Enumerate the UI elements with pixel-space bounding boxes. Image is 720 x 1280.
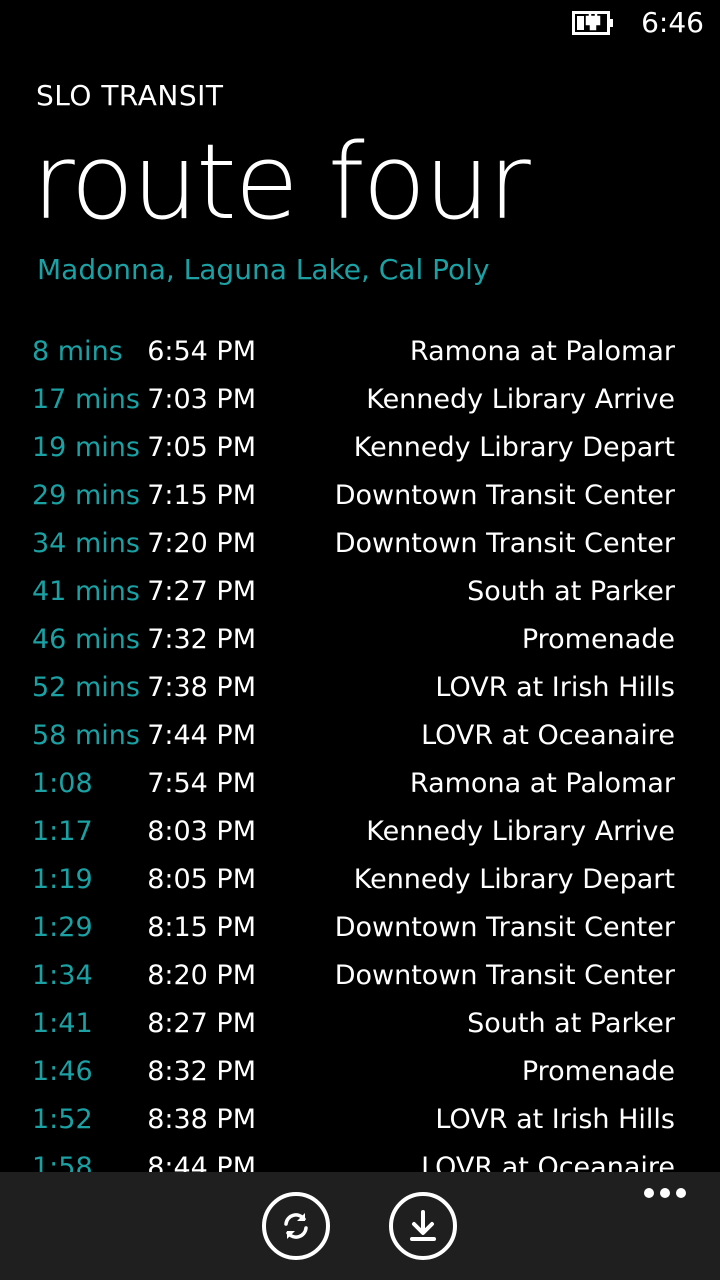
eta: 1:17	[32, 816, 93, 847]
stop-name: Kennedy Library Depart	[353, 864, 675, 895]
eta: 1:34	[32, 960, 93, 991]
status-bar: 6:46	[0, 0, 720, 48]
departure-time: 7:38 PM	[147, 672, 256, 703]
departure-time: 7:15 PM	[147, 480, 256, 511]
stop-name: Downtown Transit Center	[334, 912, 675, 943]
route-subtitle: Madonna, Laguna Lake, Cal Poly	[37, 253, 490, 286]
eta: 41 mins	[32, 576, 140, 607]
stop-name: Ramona at Palomar	[409, 336, 675, 367]
download-button[interactable]	[389, 1192, 457, 1260]
schedule-row[interactable]: 58 mins 7:44 PM LOVR at Oceanaire	[0, 712, 720, 760]
schedule-row[interactable]: 1:46 8:32 PM Promenade	[0, 1048, 720, 1096]
eta: 1:41	[32, 1008, 93, 1039]
app-title: SLO TRANSIT	[36, 79, 224, 112]
clock: 6:46	[641, 6, 704, 39]
schedule-row[interactable]: 41 mins 7:27 PM South at Parker	[0, 568, 720, 616]
schedule-row[interactable]: 52 mins 7:38 PM LOVR at Irish Hills	[0, 664, 720, 712]
schedule-row[interactable]: 1:29 8:15 PM Downtown Transit Center	[0, 904, 720, 952]
refresh-button[interactable]	[262, 1192, 330, 1260]
schedule-row[interactable]: 1:17 8:03 PM Kennedy Library Arrive	[0, 808, 720, 856]
schedule-row[interactable]: 1:34 8:20 PM Downtown Transit Center	[0, 952, 720, 1000]
departure-time: 8:15 PM	[147, 912, 256, 943]
eta: 19 mins	[32, 432, 140, 463]
stop-name: LOVR at Irish Hills	[435, 1104, 675, 1135]
page-title: route four	[32, 121, 531, 243]
schedule-row[interactable]: 1:08 7:54 PM Ramona at Palomar	[0, 760, 720, 808]
schedule-row[interactable]: 1:52 8:38 PM LOVR at Irish Hills	[0, 1096, 720, 1144]
departure-time: 6:54 PM	[147, 336, 256, 367]
eta: 1:58	[32, 1152, 93, 1172]
download-icon	[410, 1210, 436, 1241]
stop-name: Ramona at Palomar	[409, 768, 675, 799]
departure-time: 8:03 PM	[147, 816, 256, 847]
stop-name: Kennedy Library Arrive	[366, 384, 675, 415]
stop-name: Downtown Transit Center	[334, 480, 675, 511]
schedule-list[interactable]: 8 mins 6:54 PM Ramona at Palomar 17 mins…	[0, 328, 720, 1172]
eta: 58 mins	[32, 720, 140, 751]
departure-time: 7:27 PM	[147, 576, 256, 607]
stop-name: Promenade	[521, 1056, 675, 1087]
eta: 1:52	[32, 1104, 93, 1135]
schedule-row[interactable]: 1:58 8:44 PM LOVR at Oceanaire	[0, 1144, 720, 1172]
stop-name: LOVR at Oceanaire	[421, 1152, 675, 1172]
stop-name: Promenade	[521, 624, 675, 655]
schedule-row[interactable]: 19 mins 7:05 PM Kennedy Library Depart	[0, 424, 720, 472]
dot	[660, 1188, 670, 1198]
eta: 52 mins	[32, 672, 140, 703]
eta: 17 mins	[32, 384, 140, 415]
eta: 29 mins	[32, 480, 140, 511]
departure-time: 7:05 PM	[147, 432, 256, 463]
departure-time: 8:05 PM	[147, 864, 256, 895]
departure-time: 7:44 PM	[147, 720, 256, 751]
stop-name: LOVR at Irish Hills	[435, 672, 675, 703]
eta: 1:46	[32, 1056, 93, 1087]
stop-name: Downtown Transit Center	[334, 528, 675, 559]
schedule-row[interactable]: 1:19 8:05 PM Kennedy Library Depart	[0, 856, 720, 904]
stop-name: South at Parker	[467, 1008, 675, 1039]
departure-time: 7:54 PM	[147, 768, 256, 799]
departure-time: 8:38 PM	[147, 1104, 256, 1135]
stop-name: LOVR at Oceanaire	[421, 720, 675, 751]
schedule-row[interactable]: 29 mins 7:15 PM Downtown Transit Center	[0, 472, 720, 520]
dot	[644, 1188, 654, 1198]
schedule-row[interactable]: 34 mins 7:20 PM Downtown Transit Center	[0, 520, 720, 568]
departure-time: 7:32 PM	[147, 624, 256, 655]
schedule-row[interactable]: 46 mins 7:32 PM Promenade	[0, 616, 720, 664]
eta: 8 mins	[32, 336, 123, 367]
stop-name: Downtown Transit Center	[334, 960, 675, 991]
schedule-row[interactable]: 8 mins 6:54 PM Ramona at Palomar	[0, 328, 720, 376]
departure-time: 7:03 PM	[147, 384, 256, 415]
departure-time: 8:32 PM	[147, 1056, 256, 1087]
departure-time: 8:20 PM	[147, 960, 256, 991]
more-ellipsis-icon[interactable]	[644, 1186, 686, 1200]
departure-time: 8:44 PM	[147, 1152, 256, 1172]
stop-name: Kennedy Library Depart	[353, 432, 675, 463]
departure-time: 7:20 PM	[147, 528, 256, 559]
battery-charging-icon	[572, 11, 613, 35]
departure-time: 8:27 PM	[147, 1008, 256, 1039]
dot	[676, 1188, 686, 1198]
refresh-icon	[284, 1213, 308, 1239]
stop-name: South at Parker	[467, 576, 675, 607]
eta: 1:29	[32, 912, 93, 943]
eta: 1:19	[32, 864, 93, 895]
eta: 46 mins	[32, 624, 140, 655]
app-bar	[0, 1172, 720, 1280]
schedule-row[interactable]: 1:41 8:27 PM South at Parker	[0, 1000, 720, 1048]
stop-name: Kennedy Library Arrive	[366, 816, 675, 847]
eta: 34 mins	[32, 528, 140, 559]
schedule-row[interactable]: 17 mins 7:03 PM Kennedy Library Arrive	[0, 376, 720, 424]
eta: 1:08	[32, 768, 93, 799]
